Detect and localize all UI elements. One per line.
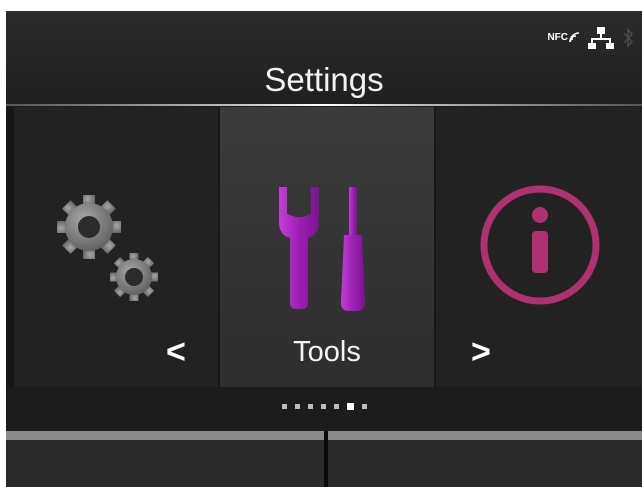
nfc-icon: NFC bbox=[547, 32, 580, 44]
soft-key-left[interactable] bbox=[6, 431, 324, 487]
page-dot-active bbox=[346, 402, 354, 410]
page-dot bbox=[307, 403, 313, 409]
soft-key-right[interactable] bbox=[328, 431, 642, 487]
menu-item-tools[interactable]: Tools bbox=[220, 107, 434, 387]
network-icon bbox=[588, 27, 614, 49]
status-icons: NFC bbox=[547, 25, 634, 51]
menu-item-information[interactable]: > bbox=[436, 107, 642, 387]
tools-icon bbox=[279, 187, 365, 311]
page-dot bbox=[320, 403, 326, 409]
gears-icon bbox=[57, 195, 158, 301]
page-dot bbox=[281, 403, 287, 409]
page-dot bbox=[294, 403, 300, 409]
bluetooth-icon bbox=[623, 28, 634, 48]
menu-carousel: < Tools > bbox=[6, 107, 642, 387]
info-icon bbox=[480, 185, 600, 305]
nfc-label: NFC bbox=[547, 32, 568, 43]
header-divider bbox=[6, 104, 642, 106]
page-dot bbox=[333, 403, 339, 409]
page-indicator bbox=[6, 399, 642, 413]
printer-screen: NFC Settings < Tools > bbox=[6, 11, 642, 487]
next-arrow-icon[interactable]: > bbox=[471, 335, 491, 369]
menu-item-general-settings[interactable]: < bbox=[14, 107, 218, 387]
previous-arrow-icon[interactable]: < bbox=[166, 335, 186, 369]
page-title: Settings bbox=[264, 61, 384, 98]
header: NFC Settings bbox=[6, 11, 642, 106]
tools-label: Tools bbox=[293, 336, 361, 368]
page-dot bbox=[361, 403, 367, 409]
